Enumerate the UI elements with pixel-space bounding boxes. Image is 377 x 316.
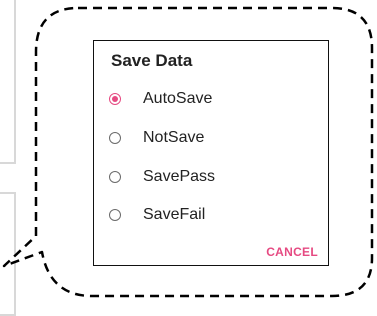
option-label: SavePass [143, 168, 216, 185]
option-label: AutoSave [143, 90, 213, 107]
radio-selected-dot [112, 96, 118, 102]
radio-button[interactable] [109, 209, 121, 221]
cancel-button[interactable]: CANCEL [266, 245, 318, 259]
option-label: SaveFail [143, 206, 206, 223]
option-savepass[interactable]: SavePass [109, 163, 309, 191]
option-autosave[interactable]: AutoSave [109, 85, 309, 113]
option-savefail[interactable]: SaveFail [109, 201, 309, 229]
option-notsave[interactable]: NotSave [109, 124, 309, 152]
dialog-title: Save Data [111, 51, 193, 70]
option-label: NotSave [143, 129, 205, 146]
radio-button[interactable] [109, 132, 121, 144]
radio-button[interactable] [109, 171, 121, 183]
save-data-dialog: Save Data AutoSave NotSave SavePass Save… [93, 40, 329, 266]
radio-button-checked[interactable] [109, 93, 121, 105]
